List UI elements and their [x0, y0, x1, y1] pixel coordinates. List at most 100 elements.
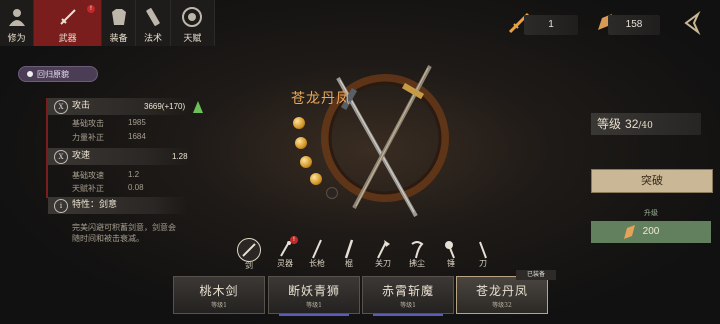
speed-label: 攻速 [72, 151, 91, 161]
level-label: 等级 [597, 117, 622, 131]
weapon-type-blade[interactable]: 刀 [468, 238, 498, 269]
polearm-icon [479, 241, 487, 259]
weapon-card-level: 等级1 [400, 302, 416, 309]
trait-row[interactable]: i 特性：剑意 [48, 197, 188, 214]
toggle-dot-icon [27, 71, 33, 77]
talent-bonus-row: 天赋补正 0.08 [72, 183, 144, 194]
sword-icon [59, 9, 76, 25]
weapon-type-label: 灵器 [277, 259, 293, 268]
weapon-card-name: 苍龙丹凤 [475, 284, 528, 298]
upgrade-button[interactable]: 200 [591, 221, 711, 243]
weapon-display [321, 65, 449, 217]
weapon-card-selected[interactable]: 苍龙丹凤 等级32 [456, 276, 548, 314]
crystal-count: 158 [608, 15, 660, 35]
upgrade-label: 升级 [644, 209, 658, 217]
weapon-card-name: 桃木剑 [199, 284, 239, 298]
weapon-type-sword[interactable]: 剑 [234, 238, 264, 271]
attack-label: 攻击 [72, 101, 91, 111]
collapse-icon: X [54, 100, 68, 114]
collapse-icon: X [54, 150, 68, 164]
weapon-card-name: 断妖青狮 [287, 284, 340, 298]
armor-icon [111, 9, 126, 25]
weapon-card-level: 等级1 [306, 302, 322, 309]
tab-spells[interactable]: 法术 [136, 0, 171, 46]
back-arrow-icon[interactable] [680, 10, 706, 36]
trait-description: 完美闪避可积蓄剑意，剑意会随时间和被击衰减。 [72, 223, 176, 243]
tab-weapon[interactable]: 武器 ! [34, 0, 102, 46]
weapon-card[interactable]: 断妖青狮 等级1 [268, 276, 360, 316]
button-label: 回归原貌 [37, 70, 69, 79]
empty-star-orb [326, 187, 338, 199]
cultivator-icon [8, 9, 25, 26]
speed-value: 1.28 [172, 152, 188, 161]
tab-label: 武器 [58, 34, 77, 44]
level-max: /40 [638, 121, 653, 131]
tab-label: 天赋 [183, 34, 202, 44]
sub-value: 1985 [128, 118, 146, 127]
sub-value: 1684 [128, 132, 146, 141]
weapon-type-label: 刀 [479, 259, 487, 268]
weapon-type-spear[interactable]: 长枪 [302, 238, 332, 269]
tab-label: 修为 [7, 34, 26, 44]
staff-icon [344, 239, 354, 259]
breakthrough-button[interactable]: 突破 [591, 169, 713, 193]
trait-label: 特性：剑意 [72, 200, 118, 210]
weapon-type-whisk[interactable]: 拂尘 [402, 238, 432, 269]
weapon-type-label: 拂尘 [409, 259, 425, 268]
weapon-card[interactable]: 赤霄斩魔 等级1 [362, 276, 454, 316]
strength-bonus-row: 力量补正 1684 [72, 132, 146, 143]
base-attack-row: 基础攻击 1985 [72, 118, 146, 129]
attack-value: 3669(+170) [144, 102, 186, 111]
weapon-card[interactable]: 桃木剑 等级1 [173, 276, 265, 314]
sub-value: 1.2 [128, 170, 140, 179]
stat-up-arrow-icon [193, 101, 203, 113]
weapon-card-level: 等级32 [492, 302, 512, 309]
weapon-card-level: 等级1 [211, 302, 227, 309]
weapon-type-label: 长枪 [309, 259, 325, 268]
tab-talent[interactable]: 天赋 [171, 0, 215, 46]
weapon-type-hammer[interactable]: 锤 [436, 238, 466, 269]
tab-equipment[interactable]: 装备 [102, 0, 137, 46]
notification-badge: ! [290, 236, 298, 244]
attack-stat-row[interactable]: X 攻击 3669(+170) [48, 98, 190, 115]
tab-label: 装备 [109, 34, 128, 44]
tab-cultivation[interactable]: 修为 [0, 0, 35, 46]
crystal-icon [624, 225, 635, 239]
material-count: 1 [524, 15, 578, 35]
sword-icon [237, 238, 261, 262]
speed-stat-row[interactable]: X 攻速 1.28 [48, 148, 190, 165]
top-nav: 修为 武器 ! 装备 法术 天赋 [0, 0, 215, 46]
weapon-type-spirit[interactable]: ! 灵器 [270, 236, 300, 269]
level-display: 等级 32/40 [591, 113, 701, 135]
level-value: 32 [625, 117, 639, 131]
sub-value: 0.08 [128, 183, 144, 192]
sub-label: 基础攻速 [72, 171, 104, 180]
spear-icon [312, 239, 322, 259]
upgrade-cost: 200 [642, 226, 660, 237]
weapon-type-staff[interactable]: 棍 [334, 238, 364, 269]
talent-icon [182, 7, 203, 27]
hammer-icon [445, 241, 455, 259]
weapon-type-label: 棍 [345, 259, 353, 268]
whisk-icon [411, 241, 424, 259]
rarity-underline [373, 314, 443, 316]
tab-label: 法术 [143, 34, 162, 44]
weapon-type-guandao[interactable]: 关刀 [368, 238, 398, 269]
star-orb [293, 117, 305, 129]
weapon-type-label: 剑 [245, 261, 253, 270]
spell-scroll-icon [146, 8, 160, 26]
broadsword-icon [377, 240, 390, 259]
notification-badge: ! [87, 5, 95, 13]
weapon-name: 苍龙丹凤 [291, 91, 351, 107]
sub-label: 力量补正 [72, 133, 104, 142]
sub-label: 基础攻击 [72, 119, 104, 128]
weapon-type-label: 锤 [447, 259, 455, 268]
weapon-type-label: 关刀 [375, 259, 391, 268]
info-icon: i [54, 199, 68, 213]
sub-label: 天赋补正 [72, 184, 104, 193]
star-orb [295, 137, 307, 149]
star-orb [310, 173, 322, 185]
weapon-card-name: 赤霄斩魔 [381, 284, 434, 298]
equipped-badge: 已装备 [516, 270, 556, 280]
restore-appearance-button[interactable]: 回归原貌 [18, 66, 98, 82]
